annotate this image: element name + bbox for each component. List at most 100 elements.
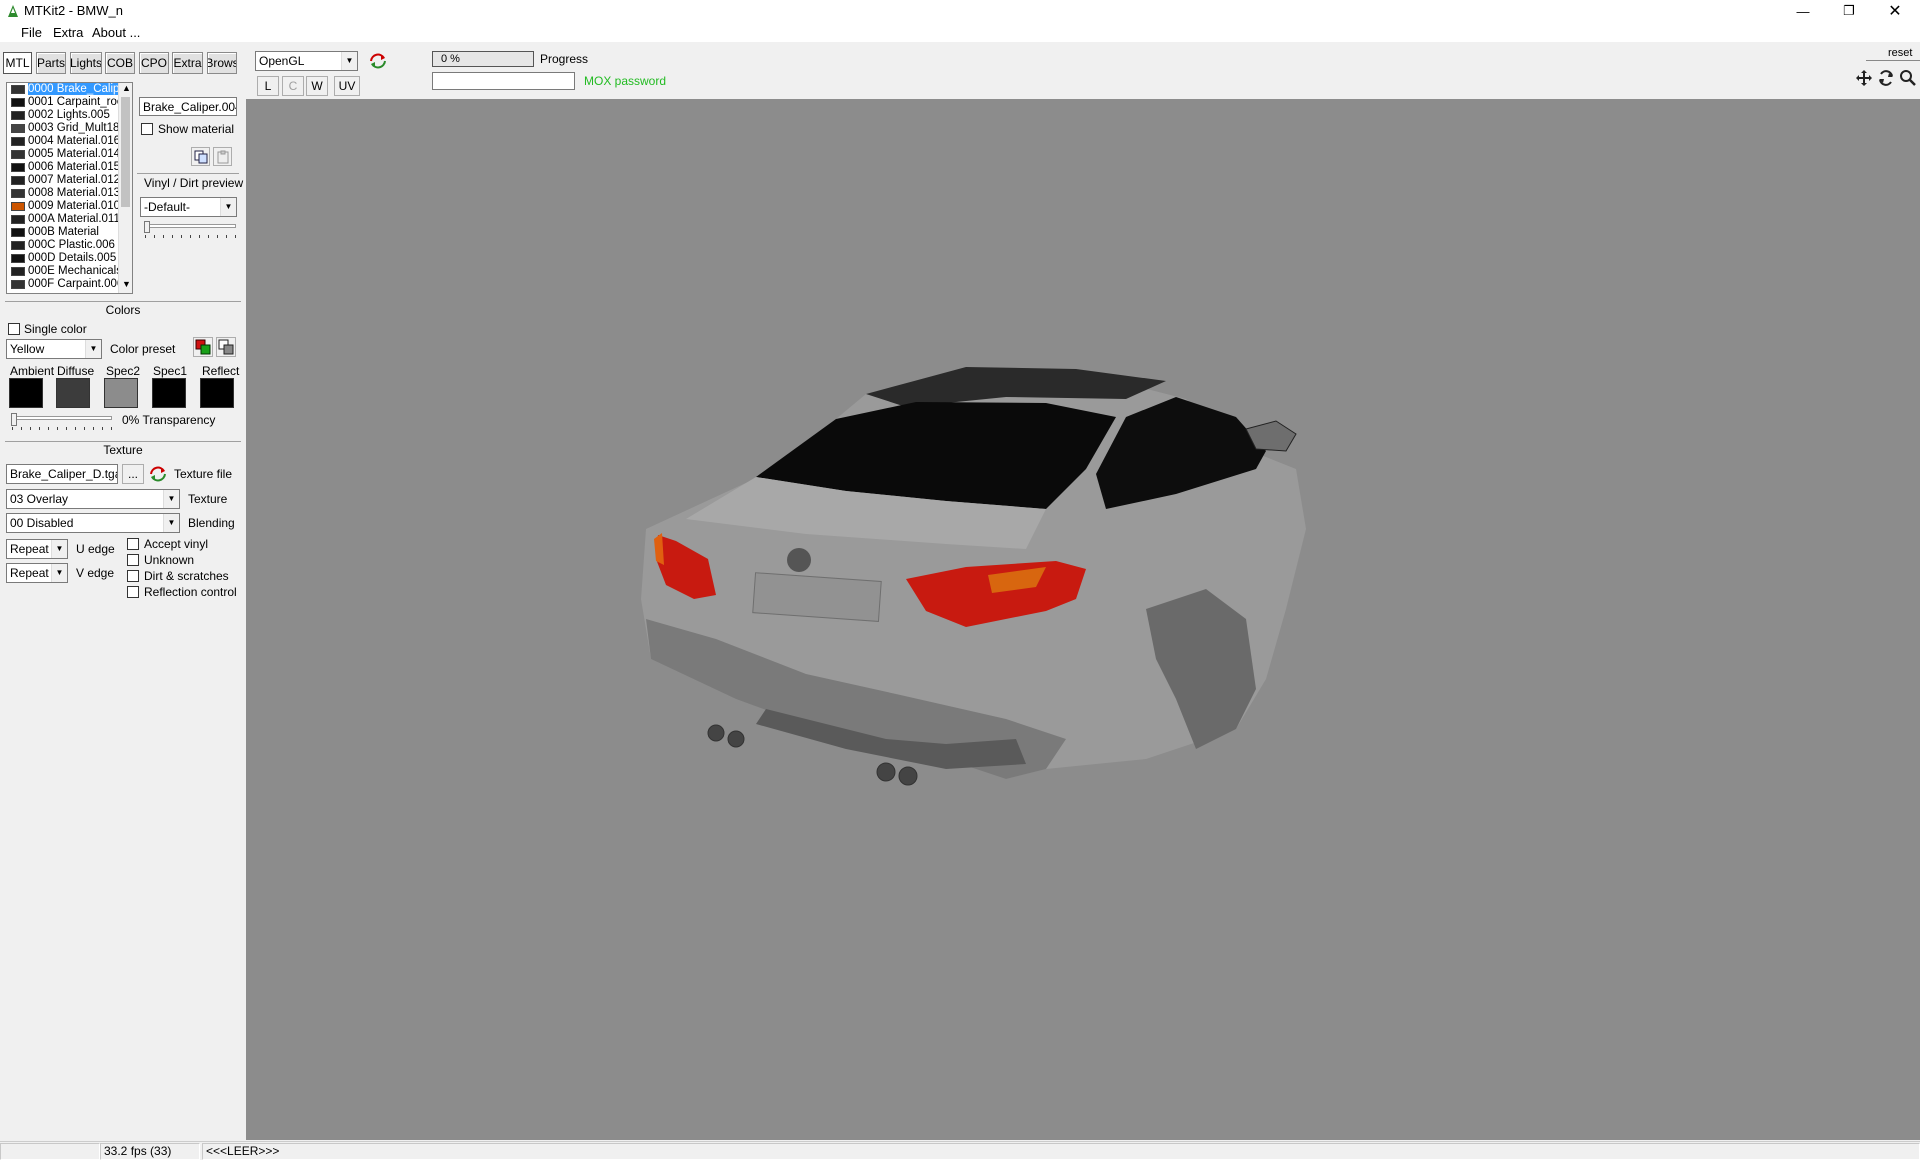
spec1-swatch[interactable]: [152, 378, 186, 408]
reflection-control-checkbox[interactable]: [127, 586, 139, 598]
material-name: 0001 Carpaint_roof: [28, 96, 127, 108]
list-item[interactable]: 0009 Material.010: [7, 200, 132, 213]
list-item[interactable]: 000B Material: [7, 226, 132, 239]
blending-label: Blending: [188, 516, 235, 530]
scrollbar-thumb[interactable]: [121, 97, 130, 207]
zoom-tool[interactable]: [1899, 69, 1917, 87]
material-color-swatch: [11, 176, 25, 185]
reset-button[interactable]: reset: [1866, 47, 1920, 61]
view-uv-button[interactable]: UV: [334, 76, 360, 96]
menu-extra[interactable]: Extra: [53, 25, 83, 40]
load-preset-button[interactable]: [193, 337, 213, 357]
color-preset-value: Yellow: [10, 342, 45, 356]
reload-texture-button[interactable]: [148, 464, 168, 484]
renderer-select[interactable]: OpenGL ▼: [255, 51, 358, 71]
menu-about[interactable]: About ...: [92, 25, 140, 40]
material-list-scrollbar[interactable]: ▲ ▼: [118, 83, 132, 293]
list-item[interactable]: 0002 Lights.005: [7, 109, 132, 122]
material-list[interactable]: 0000 Brake_Caliper 0001 Carpaint_roof 0002…: [6, 82, 133, 294]
view-l-button[interactable]: L: [257, 76, 279, 96]
v-edge-value: Repeat: [10, 566, 49, 580]
texture-mode-select[interactable]: 03 Overlay ▼: [6, 489, 180, 509]
refresh-renderer-button[interactable]: [367, 50, 389, 72]
menu-file[interactable]: File: [21, 25, 42, 40]
list-item[interactable]: 0001 Carpaint_roof: [7, 96, 132, 109]
exhaust-tip: [898, 766, 918, 786]
mox-password-input[interactable]: [432, 72, 575, 90]
restore-button[interactable]: ❐: [1826, 0, 1872, 22]
exhaust-tip: [727, 730, 745, 748]
v-edge-select[interactable]: Repeat ▼: [6, 563, 68, 583]
tab-cob[interactable]: COB: [105, 52, 135, 74]
list-item[interactable]: 000C Plastic.006: [7, 239, 132, 252]
u-edge-select[interactable]: Repeat ▼: [6, 539, 68, 559]
copy-material-button[interactable]: [191, 147, 210, 166]
3d-viewport[interactable]: [246, 99, 1920, 1140]
chevron-down-icon: ▼: [85, 340, 101, 358]
material-color-swatch: [11, 137, 25, 146]
tab-mtl[interactable]: MTL: [3, 52, 32, 74]
list-item[interactable]: 0000 Brake_Caliper: [7, 83, 132, 96]
list-item[interactable]: 000A Material.011: [7, 213, 132, 226]
status-cell-empty: [0, 1143, 100, 1160]
unknown-label: Unknown: [144, 553, 195, 567]
dirt-scratches-label: Dirt & scratches: [144, 569, 229, 583]
close-button[interactable]: ✕: [1872, 0, 1918, 22]
list-item[interactable]: 0008 Material.013: [7, 187, 132, 200]
rotate-tool[interactable]: [1877, 69, 1895, 87]
show-material-checkbox[interactable]: [141, 123, 153, 135]
spec1-label: Spec1: [153, 364, 188, 378]
list-item[interactable]: 0003 Grid_Mult18.0: [7, 122, 132, 135]
progress-bar: 0 %: [432, 51, 534, 67]
chevron-down-icon: ▼: [122, 279, 131, 289]
transparency-slider-thumb[interactable]: [11, 413, 17, 426]
list-item[interactable]: 0004 Material.016: [7, 135, 132, 148]
view-w-button[interactable]: W: [306, 76, 328, 96]
material-name: 0004 Material.016: [28, 135, 121, 147]
blending-select[interactable]: 00 Disabled ▼: [6, 513, 180, 533]
list-item[interactable]: 000D Details.005: [7, 252, 132, 265]
chevron-up-icon: ▲: [122, 83, 131, 93]
paste-material-button[interactable]: [213, 147, 232, 166]
color-preset-select[interactable]: Yellow ▼: [6, 339, 102, 359]
refresh-icon: [370, 53, 386, 69]
minimize-button[interactable]: —: [1780, 0, 1826, 22]
spec2-swatch[interactable]: [104, 378, 138, 408]
diffuse-swatch[interactable]: [56, 378, 90, 408]
restore-icon: ❐: [1843, 3, 1855, 18]
material-name: 0005 Material.014: [28, 148, 121, 160]
move-tool[interactable]: [1855, 69, 1873, 87]
tab-cpo[interactable]: CPO: [139, 52, 169, 74]
exhaust-tip: [707, 724, 725, 742]
dirt-scratches-checkbox[interactable]: [127, 570, 139, 582]
list-item[interactable]: 000E Mechanicals: [7, 265, 132, 278]
texture-file-label: Texture file: [174, 467, 233, 481]
material-color-swatch: [11, 85, 25, 94]
list-item[interactable]: 0005 Material.014: [7, 148, 132, 161]
view-c-button[interactable]: C: [282, 76, 304, 96]
unknown-checkbox[interactable]: [127, 554, 139, 566]
reflect-swatch[interactable]: [200, 378, 234, 408]
tab-lights[interactable]: Lights: [70, 52, 102, 74]
browse-texture-button[interactable]: ...: [122, 464, 144, 484]
single-color-checkbox[interactable]: [8, 323, 20, 335]
ambient-swatch[interactable]: [9, 378, 43, 408]
material-name-input[interactable]: Brake_Caliper.004: [139, 97, 237, 116]
texture-file-input[interactable]: Brake_Caliper_D.tga: [6, 464, 118, 484]
list-item[interactable]: 0006 Material.015: [7, 161, 132, 174]
copy-icon: [194, 150, 207, 163]
accept-vinyl-checkbox[interactable]: [127, 538, 139, 550]
exhaust-tip: [876, 762, 896, 782]
save-preset-button[interactable]: [216, 337, 236, 357]
list-item[interactable]: 000F Carpaint.006: [7, 278, 132, 291]
tab-parts[interactable]: Parts: [36, 52, 66, 74]
list-item[interactable]: 0007 Material.012: [7, 174, 132, 187]
vinyl-slider[interactable]: [145, 224, 236, 228]
vinyl-slider-thumb[interactable]: [144, 221, 150, 233]
transparency-slider[interactable]: [12, 416, 112, 420]
tab-browse[interactable]: Brows: [207, 52, 237, 74]
v-edge-label: V edge: [76, 566, 115, 580]
vinyl-preview-select[interactable]: -Default- ▼: [140, 197, 237, 217]
material-name: 0000 Brake_Caliper: [28, 83, 130, 95]
tab-extra[interactable]: Extra: [172, 52, 203, 74]
